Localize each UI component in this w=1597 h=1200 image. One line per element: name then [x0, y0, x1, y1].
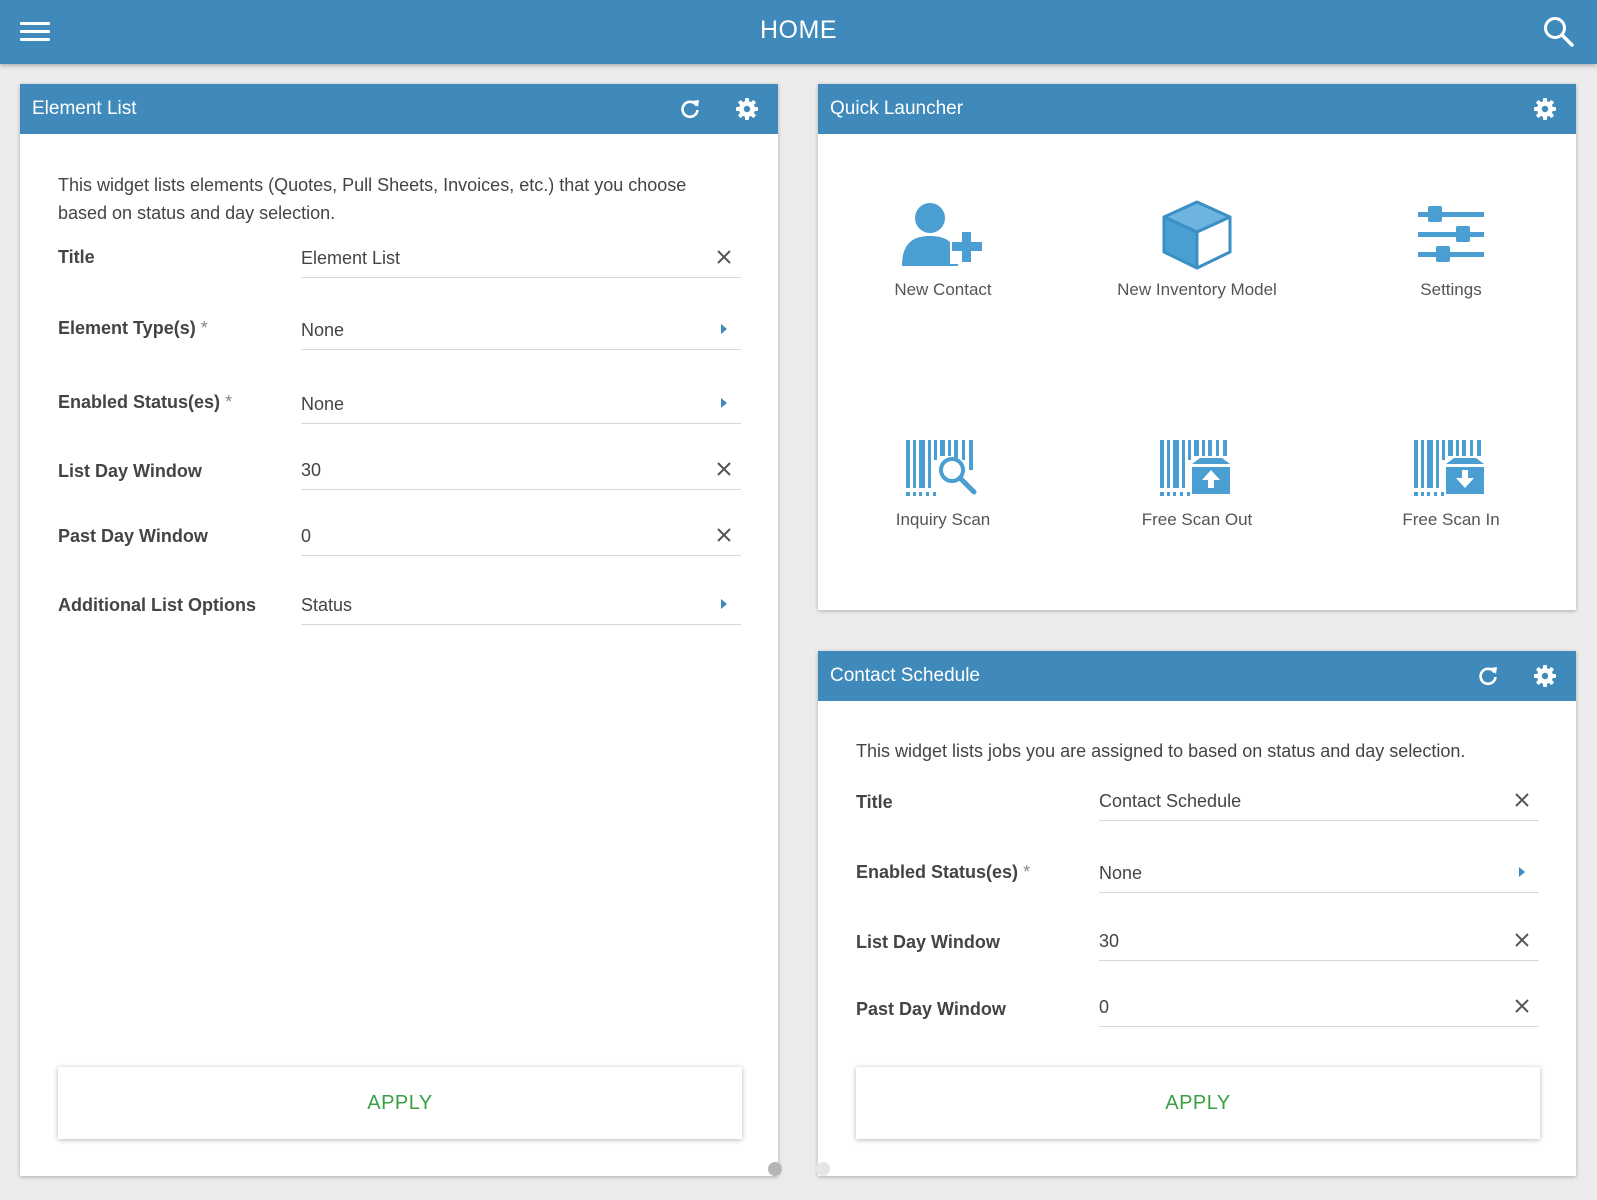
chevron-right-icon[interactable]	[721, 324, 727, 334]
launcher-settings[interactable]: Settings	[1336, 200, 1566, 300]
resize-handle[interactable]	[816, 1162, 830, 1176]
past-day-window-label: Past Day Window	[856, 999, 1006, 1019]
launcher-label: Inquiry Scan	[895, 510, 991, 529]
element-types-value: None	[301, 320, 345, 340]
launcher-label: New Contact	[894, 280, 992, 299]
box-icon	[1162, 200, 1232, 270]
title-field[interactable]: Element List	[301, 240, 741, 278]
list-day-window-label: List Day Window	[856, 932, 1000, 952]
clear-icon[interactable]	[715, 460, 733, 478]
contact-schedule-title: Contact Schedule	[830, 665, 980, 686]
contact-schedule-header: Contact Schedule	[818, 651, 1576, 701]
list-day-window-field[interactable]: 30	[1099, 923, 1539, 961]
refresh-icon[interactable]	[1476, 664, 1500, 688]
title-field[interactable]: Contact Schedule	[1099, 783, 1539, 821]
contact-schedule-widget: Contact Schedule This widget lists jobs …	[818, 651, 1576, 1176]
gear-icon[interactable]	[735, 97, 759, 121]
chevron-right-icon[interactable]	[721, 599, 727, 609]
element-types-label: Element Type(s) *	[58, 318, 208, 338]
enabled-statuses-value: None	[301, 394, 345, 414]
past-day-window-field[interactable]: 0	[301, 518, 741, 556]
gear-icon[interactable]	[1533, 97, 1557, 121]
title-label: Title	[58, 247, 95, 267]
past-day-window-label: Past Day Window	[58, 526, 208, 546]
title-field-value: Contact Schedule	[1099, 791, 1242, 811]
clear-icon[interactable]	[1513, 997, 1531, 1015]
enabled-statuses-label: Enabled Status(es) *	[58, 392, 233, 412]
past-day-window-value: 0	[301, 526, 312, 546]
barcode-download-icon	[1414, 440, 1484, 496]
launcher-label: Free Scan Out	[1141, 510, 1253, 529]
clear-icon[interactable]	[1513, 791, 1531, 809]
apply-button[interactable]: APPLY	[58, 1067, 742, 1139]
past-day-window-field[interactable]: 0	[1099, 989, 1539, 1027]
additional-list-options-select[interactable]: Status	[301, 587, 741, 625]
chevron-right-icon[interactable]	[721, 398, 727, 408]
list-day-window-value: 30	[301, 460, 322, 480]
clear-icon[interactable]	[1513, 931, 1531, 949]
gear-icon[interactable]	[1533, 664, 1557, 688]
launcher-new-inventory-model[interactable]: New Inventory Model	[1082, 200, 1312, 300]
additional-list-options-value: Status	[301, 595, 353, 615]
clear-icon[interactable]	[715, 248, 733, 266]
list-day-window-value: 30	[1099, 931, 1120, 951]
list-day-window-label: List Day Window	[58, 461, 202, 481]
launcher-free-scan-out[interactable]: Free Scan Out	[1082, 438, 1312, 530]
past-day-window-value: 0	[1099, 997, 1110, 1017]
chevron-right-icon[interactable]	[1519, 867, 1525, 877]
quick-launcher-widget: Quick Launcher New Contact New Inventory…	[818, 84, 1576, 610]
element-list-title: Element List	[32, 98, 137, 119]
enabled-statuses-select[interactable]: None	[301, 386, 741, 424]
title-label: Title	[856, 792, 893, 812]
launcher-free-scan-in[interactable]: Free Scan In	[1336, 438, 1566, 530]
contact-schedule-description: This widget lists jobs you are assigned …	[856, 741, 1466, 761]
quick-launcher-title: Quick Launcher	[830, 98, 964, 119]
launcher-inquiry-scan[interactable]: Inquiry Scan	[828, 438, 1058, 530]
add-contact-icon	[902, 203, 984, 266]
enabled-statuses-label: Enabled Status(es) *	[856, 862, 1031, 882]
title-field-value: Element List	[301, 248, 401, 268]
launcher-label: New Inventory Model	[1117, 280, 1277, 299]
sliders-icon	[1418, 206, 1484, 262]
launcher-new-contact[interactable]: New Contact	[828, 200, 1058, 300]
page-title: HOME	[760, 16, 837, 44]
enabled-statuses-select[interactable]: None	[1099, 855, 1539, 893]
element-list-widget: Element List This widget lists elements …	[20, 84, 778, 1176]
refresh-icon[interactable]	[678, 97, 702, 121]
barcode-search-icon	[906, 440, 977, 496]
quick-launcher-header: Quick Launcher	[818, 84, 1576, 134]
clear-icon[interactable]	[715, 526, 733, 544]
additional-list-options-label: Additional List Options	[58, 595, 256, 615]
top-app-bar: HOME	[0, 0, 1597, 64]
search-icon[interactable]	[1542, 15, 1576, 49]
resize-handle[interactable]	[768, 1162, 782, 1176]
apply-button[interactable]: APPLY	[856, 1067, 1540, 1139]
element-list-header: Element List	[20, 84, 778, 134]
element-types-select[interactable]: None	[301, 312, 741, 350]
list-day-window-field[interactable]: 30	[301, 452, 741, 490]
launcher-label: Free Scan In	[1402, 510, 1500, 529]
element-list-description: This widget lists elements (Quotes, Pull…	[58, 175, 687, 223]
enabled-statuses-value: None	[1099, 863, 1143, 883]
barcode-upload-icon	[1160, 440, 1230, 496]
launcher-label: Settings	[1420, 280, 1482, 299]
